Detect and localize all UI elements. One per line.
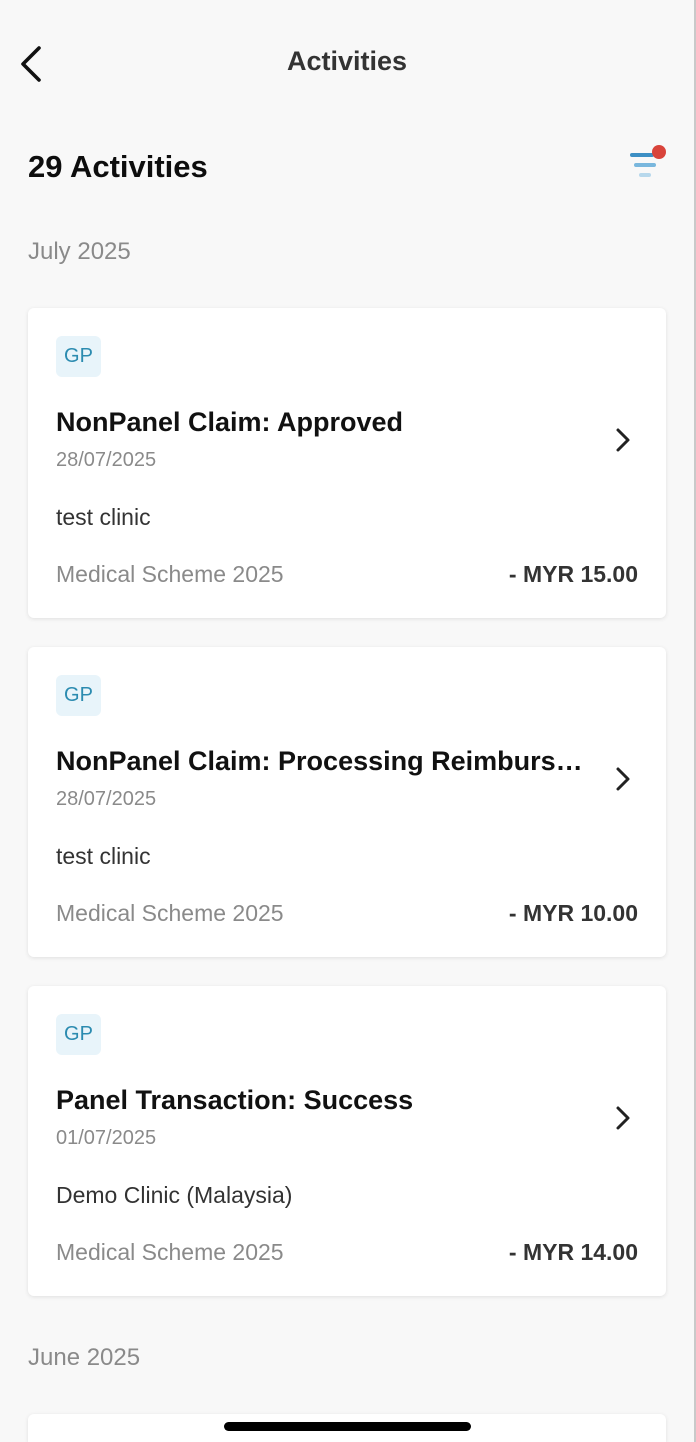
month-header: June 2025 bbox=[28, 1344, 141, 1371]
activity-clinic: test clinic bbox=[56, 504, 151, 530]
activity-card[interactable]: GP Panel Transaction: Success 01/07/2025… bbox=[28, 986, 666, 1296]
category-badge: GP bbox=[56, 336, 101, 377]
activity-amount: - MYR 14.00 bbox=[508, 1239, 638, 1265]
activity-amount: - MYR 10.00 bbox=[508, 900, 638, 926]
filter-button[interactable] bbox=[625, 143, 669, 187]
activity-title: NonPanel Claim: Approved bbox=[56, 407, 404, 437]
category-badge: GP bbox=[56, 1014, 101, 1055]
activities-count: 29 Activities bbox=[28, 149, 208, 184]
page-title: Activities bbox=[286, 46, 408, 76]
activity-date: 28/07/2025 bbox=[56, 449, 157, 471]
month-header: July 2025 bbox=[28, 238, 131, 265]
activity-date: 01/07/2025 bbox=[56, 1127, 157, 1149]
home-indicator[interactable] bbox=[224, 1422, 471, 1431]
activity-clinic: test clinic bbox=[56, 843, 151, 869]
chevron-right-icon bbox=[616, 1106, 630, 1130]
activity-scheme: Medical Scheme 2025 bbox=[56, 561, 284, 587]
activity-card[interactable]: GP NonPanel Claim: Approved 28/07/2025 t… bbox=[28, 308, 666, 618]
activity-title: NonPanel Claim: Processing Reimbursement bbox=[56, 746, 586, 776]
chevron-right-icon bbox=[616, 767, 630, 791]
header: Activities bbox=[0, 0, 694, 128]
filter-active-dot bbox=[652, 145, 666, 159]
chevron-right-icon bbox=[616, 428, 630, 452]
category-badge: GP bbox=[56, 675, 101, 716]
activity-amount: - MYR 15.00 bbox=[508, 561, 638, 587]
filter-icon bbox=[630, 145, 666, 177]
activity-clinic: Demo Clinic (Malaysia) bbox=[56, 1182, 293, 1208]
activity-scheme: Medical Scheme 2025 bbox=[56, 900, 284, 926]
activity-scheme: Medical Scheme 2025 bbox=[56, 1239, 284, 1265]
activity-title: Panel Transaction: Success bbox=[56, 1085, 414, 1115]
activity-date: 28/07/2025 bbox=[56, 788, 157, 810]
activity-card[interactable]: GP NonPanel Claim: Processing Reimbursem… bbox=[28, 647, 666, 957]
